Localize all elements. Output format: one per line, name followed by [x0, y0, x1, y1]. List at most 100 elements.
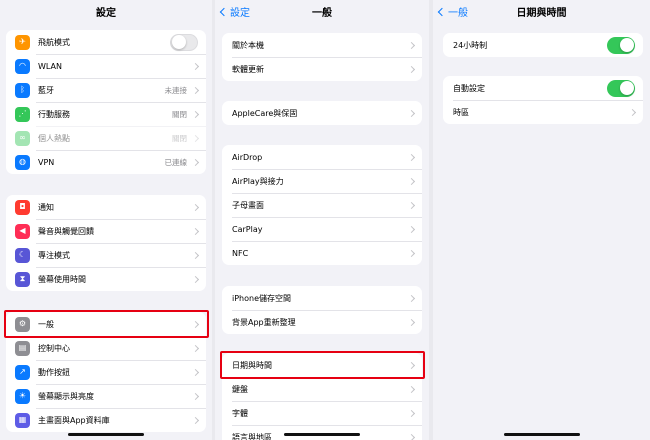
settings-row-focus[interactable]: ☾ 專注模式	[6, 243, 206, 267]
row-value: 已連線	[164, 157, 188, 167]
settings-row-24[interactable]: 24小時制	[443, 33, 643, 57]
settings-row-airdrop[interactable]: AirDrop	[222, 145, 422, 169]
toggle-switch[interactable]	[607, 36, 635, 54]
chevron-right-icon	[407, 433, 416, 440]
display-brightness-icon: ☀	[15, 388, 30, 404]
toggle-switch[interactable]	[607, 79, 635, 97]
chevron-right-icon	[407, 177, 416, 185]
chevron-right-icon	[407, 153, 416, 161]
datetime-navbar: 一般 日期與時間	[433, 0, 650, 22]
row-value: 關閉	[172, 133, 187, 143]
vpn-icon: ◍	[15, 154, 30, 170]
chevron-right-icon	[191, 251, 200, 259]
chevron-right-icon	[191, 392, 200, 400]
general-group-sharing: AirDrop AirPlay與接力子母畫面 CarPlay NFC	[222, 145, 422, 265]
toggle-switch[interactable]	[170, 33, 198, 51]
row-label: AppleCare與保固	[232, 108, 298, 118]
settings-panel: 設定 ✈ 飛航模式 ◠ WLAN ᛒ 藍牙 未連接 ⋰ 行動服務 關閉 ∞ 個人熱點 關閉 ◍ VPN 已連線…	[0, 0, 212, 440]
row-label: 螢幕使用時間	[38, 274, 86, 284]
datetime-group-auto: 自動設定時區	[443, 76, 643, 124]
row-label: 動作按鈕	[38, 367, 70, 377]
settings-row-action-button[interactable]: ↗ 動作按鈕	[6, 360, 206, 384]
row-label: 自動設定	[453, 83, 485, 93]
wifi-icon: ◠	[15, 58, 30, 74]
settings-row-wifi[interactable]: ◠ WLAN	[6, 54, 206, 78]
row-label: 主畫面與App資料庫	[38, 415, 110, 425]
settings-row-screen-time[interactable]: ⧗ 螢幕使用時間	[6, 267, 206, 291]
chevron-right-icon	[407, 385, 416, 393]
row-label: 字體	[232, 408, 248, 418]
general-group-datetime: 日期與時間 鍵盤 字體 語言與地區	[222, 353, 422, 440]
action-button-icon: ↗	[15, 364, 30, 380]
row-label: 個人熱點	[38, 133, 70, 143]
row-value: 未連接	[164, 85, 188, 95]
settings-row-d-g2-0[interactable]: 自動設定	[443, 76, 643, 100]
chevron-right-icon	[191, 158, 200, 166]
chevron-right-icon	[407, 409, 416, 417]
cellular-icon: ⋰	[15, 106, 30, 122]
chevron-right-icon	[191, 416, 200, 424]
home-screen-icon: ▦	[15, 412, 30, 428]
settings-row-g-g1-1[interactable]: 軟體更新	[222, 57, 422, 81]
chevron-right-icon	[191, 203, 200, 211]
row-label: 飛航模式	[38, 37, 70, 47]
airplane-icon: ✈	[15, 34, 30, 50]
settings-row-hotspot[interactable]: ∞ 個人熱點 關閉	[6, 126, 206, 150]
row-label: AirDrop	[232, 152, 263, 162]
row-label: 聲音與觸覺回饋	[38, 226, 94, 236]
row-value: 關閉	[172, 109, 187, 119]
settings-row-applecare[interactable]: AppleCare與保固	[222, 101, 422, 125]
settings-navbar: 設定	[0, 0, 212, 22]
settings-row-gear[interactable]: ⚙ 一般	[6, 312, 206, 336]
notifications-icon: ◘	[15, 199, 30, 215]
settings-row-g-g5-1[interactable]: 鍵盤	[222, 377, 422, 401]
chevron-right-icon	[191, 110, 200, 118]
row-label: WLAN	[38, 61, 63, 71]
chevron-right-icon	[407, 361, 416, 369]
settings-row-control-center[interactable]: ▤ 控制中心	[6, 336, 206, 360]
gear-icon: ⚙	[15, 316, 30, 332]
chevron-right-icon	[191, 368, 200, 376]
chevron-right-icon	[407, 249, 416, 257]
general-group-storage: iPhone儲存空間背景App重新整理	[222, 286, 422, 334]
general-navbar: 設定 一般	[215, 0, 429, 22]
settings-row-g-g1-0[interactable]: 關於本機	[222, 33, 422, 57]
row-label: 專注模式	[38, 250, 70, 260]
settings-row-g-g3-2[interactable]: 子母畫面	[222, 193, 422, 217]
chevron-right-icon	[191, 227, 200, 235]
settings-row-home-screen[interactable]: ▦ 主畫面與App資料庫	[6, 408, 206, 432]
screen-time-icon: ⧗	[15, 271, 30, 287]
general-panel: 設定 一般 關於本機 軟體更新 AppleCare與保固 AirDrop AirPl…	[215, 0, 429, 440]
sounds-icon: ◀	[15, 223, 30, 239]
row-label: VPN	[38, 157, 55, 167]
settings-row-iphone[interactable]: iPhone儲存空間	[222, 286, 422, 310]
settings-row-carplay[interactable]: CarPlay	[222, 217, 422, 241]
settings-row-vpn[interactable]: ◍ VPN 已連線	[6, 150, 206, 174]
row-label: 鍵盤	[232, 384, 248, 394]
settings-row-airplay[interactable]: AirPlay與接力	[222, 169, 422, 193]
settings-row-d-g2-1[interactable]: 時區	[443, 100, 643, 124]
settings-row-cellular[interactable]: ⋰ 行動服務 關閉	[6, 102, 206, 126]
chevron-right-icon	[407, 294, 416, 302]
settings-row-airplane[interactable]: ✈ 飛航模式	[6, 30, 206, 54]
datetime-group-24hour: 24小時制	[443, 33, 643, 57]
general-group-applecare: AppleCare與保固	[222, 101, 422, 125]
row-label: 子母畫面	[232, 200, 264, 210]
settings-group-connectivity: ✈ 飛航模式 ◠ WLAN ᛒ 藍牙 未連接 ⋰ 行動服務 關閉 ∞ 個人熱點 關閉 ◍ VPN 已連線	[6, 30, 206, 174]
row-label: NFC	[232, 248, 249, 258]
settings-row-g-g5-2[interactable]: 字體	[222, 401, 422, 425]
row-label: 背景App重新整理	[232, 317, 296, 327]
settings-row-app[interactable]: 背景App重新整理	[222, 310, 422, 334]
settings-row-nfc[interactable]: NFC	[222, 241, 422, 265]
settings-row-bluetooth[interactable]: ᛒ 藍牙 未連接	[6, 78, 206, 102]
row-label: 一般	[38, 319, 54, 329]
row-label: 藍牙	[38, 85, 54, 95]
settings-group-notifications: ◘ 通知 ◀ 聲音與觸覺回饋 ☾ 專注模式 ⧗ 螢幕使用時間	[6, 195, 206, 291]
settings-row-sounds[interactable]: ◀ 聲音與觸覺回饋	[6, 219, 206, 243]
chevron-right-icon	[628, 108, 637, 116]
settings-row-display-brightness[interactable]: ☀ 螢幕顯示與亮度	[6, 384, 206, 408]
chevron-right-icon	[407, 109, 416, 117]
settings-row-g-g5-0[interactable]: 日期與時間	[222, 353, 422, 377]
settings-row-notifications[interactable]: ◘ 通知	[6, 195, 206, 219]
chevron-right-icon	[191, 134, 200, 142]
